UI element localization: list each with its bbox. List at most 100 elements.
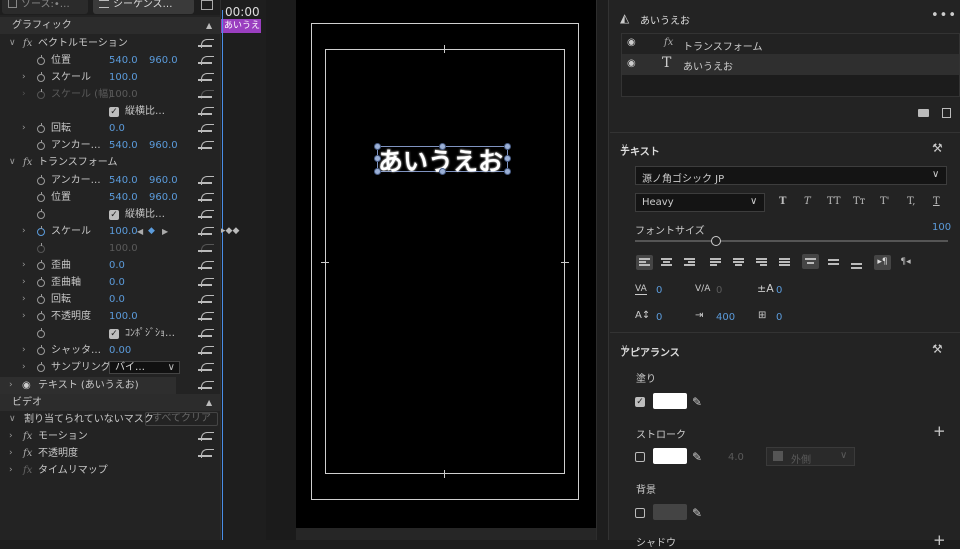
chevron-right-icon[interactable]: ›	[22, 291, 26, 308]
chevron-down-icon[interactable]: ∨	[9, 411, 16, 428]
reset-icon[interactable]	[198, 39, 214, 48]
eye-icon[interactable]: ◉	[627, 58, 636, 69]
align-right-button[interactable]	[681, 255, 698, 270]
chevron-right-icon[interactable]: ›	[9, 428, 13, 445]
chevron-right-icon[interactable]: ›	[22, 223, 26, 240]
fill-color-swatch[interactable]	[653, 393, 687, 409]
reset-icon[interactable]	[198, 278, 214, 287]
align-bottom-button[interactable]	[848, 256, 865, 271]
skew-value[interactable]: 0.0	[109, 257, 125, 274]
more-options-icon[interactable]: •••	[931, 8, 957, 23]
composite-checkbox[interactable]: ✓	[109, 329, 119, 339]
prev-keyframe-icon[interactable]: ◀	[137, 223, 143, 240]
scale-value[interactable]: 100.0	[109, 69, 138, 86]
chevron-right-icon[interactable]: ›	[22, 342, 26, 359]
keyframe-icon[interactable]: ▸◆◆	[221, 226, 239, 236]
shutter-value[interactable]: 0.00	[109, 342, 131, 359]
position-x[interactable]: 540.0	[109, 52, 138, 69]
video-opacity-row[interactable]: › fx 不透明度	[0, 445, 220, 462]
faux-bold-button[interactable]: T	[779, 196, 786, 207]
reset-icon[interactable]	[198, 363, 214, 372]
t-position-y[interactable]: 960.0	[149, 189, 178, 206]
stopwatch-icon[interactable]	[37, 243, 45, 253]
panel-divider[interactable]	[596, 0, 608, 540]
chevron-right-icon[interactable]: ›	[22, 257, 26, 274]
stopwatch-icon[interactable]	[37, 55, 45, 65]
collapse-up-icon[interactable]: ▲	[206, 394, 212, 411]
anchor-x[interactable]: 540.0	[109, 137, 138, 154]
justify-right-button[interactable]	[753, 255, 770, 270]
chevron-right-icon[interactable]: ›	[22, 120, 26, 137]
stopwatch-icon[interactable]	[37, 362, 45, 372]
rotation-value[interactable]: 0.0	[109, 120, 125, 137]
eyedropper-icon[interactable]: ✎	[692, 450, 702, 464]
align-middle-button[interactable]	[825, 254, 842, 269]
stroke-color-swatch[interactable]	[653, 448, 687, 464]
chevron-right-icon[interactable]: ›	[22, 274, 26, 291]
justify-left-button[interactable]	[707, 255, 724, 270]
fill-checkbox[interactable]: ✓	[635, 397, 645, 407]
stopwatch-icon[interactable]	[37, 175, 45, 185]
reset-icon[interactable]	[198, 432, 214, 441]
tab-sequence[interactable]: シーケンス…	[93, 0, 194, 14]
eyedropper-icon[interactable]: ✎	[692, 506, 702, 520]
keyframe-icon[interactable]: ◆	[148, 223, 155, 240]
underline-button[interactable]: T	[933, 196, 940, 207]
reset-icon[interactable]	[198, 312, 214, 321]
reset-icon[interactable]	[198, 176, 214, 185]
wrench-icon[interactable]: ⚒	[932, 342, 943, 356]
playhead[interactable]	[222, 10, 223, 540]
skew-axis-value[interactable]: 0.0	[109, 274, 125, 291]
motion-row[interactable]: › fx モーション	[0, 428, 220, 445]
justify-all-button[interactable]	[776, 255, 793, 270]
font-style-dropdown[interactable]: Heavy ∨	[635, 193, 765, 212]
vector-motion-row[interactable]: ∨ fx ベクトルモーション	[0, 35, 220, 52]
align-center-button[interactable]	[658, 255, 675, 270]
transform-handle[interactable]	[504, 143, 511, 150]
rtl-direction-button[interactable]: ¶◂	[897, 255, 914, 270]
opacity-value[interactable]: 100.0	[109, 308, 138, 325]
indent-value[interactable]: 0	[776, 312, 782, 323]
align-top-button[interactable]	[802, 254, 819, 269]
stopwatch-icon[interactable]	[37, 294, 45, 304]
stopwatch-icon[interactable]	[37, 123, 45, 133]
panel-layout-icon[interactable]	[201, 0, 213, 10]
font-family-dropdown[interactable]: 源ノ角ゴシック JP ∨	[635, 166, 947, 185]
chevron-right-icon[interactable]: ›	[9, 377, 13, 394]
timecode[interactable]: 00:00	[225, 5, 260, 19]
reset-icon[interactable]	[198, 261, 214, 270]
reset-icon[interactable]	[198, 73, 214, 82]
transform-handle[interactable]	[374, 155, 381, 162]
reset-icon[interactable]	[198, 141, 214, 150]
reset-icon[interactable]	[198, 295, 214, 304]
t-position-x[interactable]: 540.0	[109, 189, 138, 206]
next-keyframe-icon[interactable]: ▶	[162, 223, 168, 240]
group-video-header[interactable]: ビデオ ▲	[0, 394, 220, 411]
fx-icon[interactable]: fx	[23, 462, 32, 479]
background-color-swatch[interactable]	[653, 504, 687, 520]
t-anchor-y[interactable]: 960.0	[149, 172, 178, 189]
group-graphic-header[interactable]: グラフィック ▲	[0, 17, 220, 34]
justify-center-button[interactable]	[730, 255, 747, 270]
all-caps-button[interactable]: TT	[827, 196, 841, 207]
t-scale-value[interactable]: 100.0	[109, 223, 138, 240]
font-size-slider[interactable]	[635, 240, 948, 242]
program-monitor[interactable]: あいうえお	[296, 0, 596, 528]
chevron-right-icon[interactable]: ›	[22, 359, 26, 376]
kerning-value[interactable]: 0	[656, 285, 662, 296]
reset-icon[interactable]	[198, 56, 214, 65]
reset-icon[interactable]	[198, 90, 214, 99]
stopwatch-icon[interactable]	[37, 89, 45, 99]
wrench-icon[interactable]: ⚒	[932, 141, 943, 155]
stopwatch-icon[interactable]	[37, 328, 45, 338]
stopwatch-icon[interactable]	[37, 140, 45, 150]
chevron-right-icon[interactable]: ›	[22, 308, 26, 325]
fx-icon[interactable]: fx	[23, 428, 32, 445]
font-size-value[interactable]: 100	[932, 222, 951, 233]
transform-row[interactable]: ∨ fx トランスフォーム	[0, 154, 220, 171]
chevron-down-icon[interactable]: ∨	[9, 154, 16, 171]
eye-icon[interactable]: ◉	[627, 37, 636, 48]
add-stroke-icon[interactable]: +	[933, 422, 946, 440]
stopwatch-icon[interactable]	[37, 209, 45, 219]
background-checkbox[interactable]	[635, 508, 645, 518]
